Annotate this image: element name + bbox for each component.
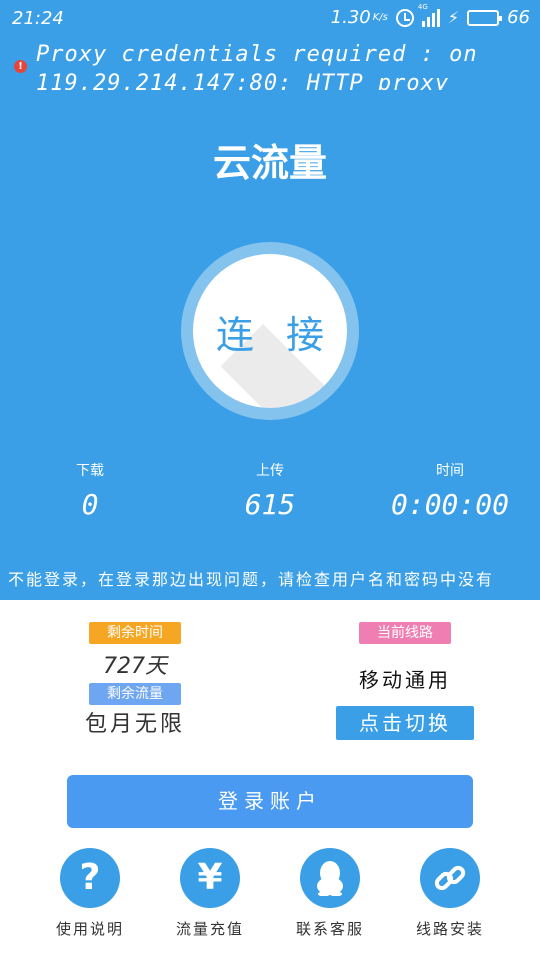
connect-button[interactable]: 连 接 — [193, 254, 347, 408]
upload-label: 上传 — [256, 463, 284, 479]
upload-stat: 上传 615 — [220, 460, 320, 521]
current-line-badge: 当前线路 — [359, 622, 451, 644]
yuan-icon: ¥ — [180, 848, 240, 908]
status-icons: 1.30 K/s 4G ⚡ 66 — [330, 3, 530, 29]
help-icon: ? — [60, 848, 120, 908]
flow-left-value: 包月无限 — [84, 712, 185, 737]
time-stat: 时间 0:00:00 — [380, 460, 520, 521]
proxy-error-bar: ! Proxy credentials required : on 119.29… — [0, 38, 540, 90]
network-speed-unit: K/s — [372, 12, 388, 23]
time-label: 时间 — [436, 463, 464, 479]
menu-item-support[interactable]: 联系客服 — [270, 848, 390, 939]
link-icon — [420, 848, 480, 908]
menu-label-install: 线路安装 — [415, 920, 484, 938]
switch-line-button[interactable]: 点击切换 — [336, 706, 474, 740]
time-left-badge: 剩余时间 — [89, 622, 181, 644]
download-label: 下载 — [76, 463, 104, 479]
alarm-icon — [395, 8, 414, 27]
time-value: 0:00:00 — [390, 488, 509, 521]
status-time: 21:24 — [12, 8, 64, 29]
download-value: 0 — [81, 488, 99, 521]
battery-icon — [467, 9, 503, 26]
battery-level: 66 — [507, 7, 530, 28]
current-line-value: 移动通用 — [359, 668, 451, 692]
charging-icon: ⚡ — [447, 8, 460, 27]
menu-label-help: 使用说明 — [55, 920, 124, 938]
menu-item-install[interactable]: 线路安装 — [390, 848, 510, 939]
network-speed: 1.30 — [330, 7, 371, 28]
scrolling-notice: 不能登录，在登录那边出现问题，请检查用户名和密码中没有 — [8, 570, 495, 589]
menu-item-recharge[interactable]: ¥ 流量充值 — [150, 848, 270, 939]
download-stat: 下载 0 — [40, 460, 140, 521]
proxy-error-text: Proxy credentials required : on 119.29.2… — [36, 42, 478, 90]
network-type: 4G — [417, 2, 428, 11]
login-account-button[interactable]: 登录账户 — [67, 775, 473, 828]
status-bar: 21:24 1.30 K/s 4G ⚡ 66 — [0, 0, 540, 36]
error-icon: ! — [14, 60, 27, 73]
upload-value: 615 — [244, 488, 296, 521]
app-title: 云流量 — [212, 140, 327, 185]
connect-label: 连 接 — [215, 313, 335, 357]
time-left-value: 727天 — [103, 654, 167, 679]
menu-label-recharge: 流量充值 — [175, 920, 244, 938]
qq-penguin-icon — [300, 848, 360, 908]
flow-left-badge: 剩余流量 — [89, 683, 181, 705]
menu-label-support: 联系客服 — [295, 920, 364, 938]
header-panel: 21:24 1.30 K/s 4G ⚡ 66 ! Proxy credentia… — [0, 0, 540, 600]
menu-item-help[interactable]: ? 使用说明 — [30, 848, 150, 939]
signal-icon: 4G — [418, 3, 440, 27]
